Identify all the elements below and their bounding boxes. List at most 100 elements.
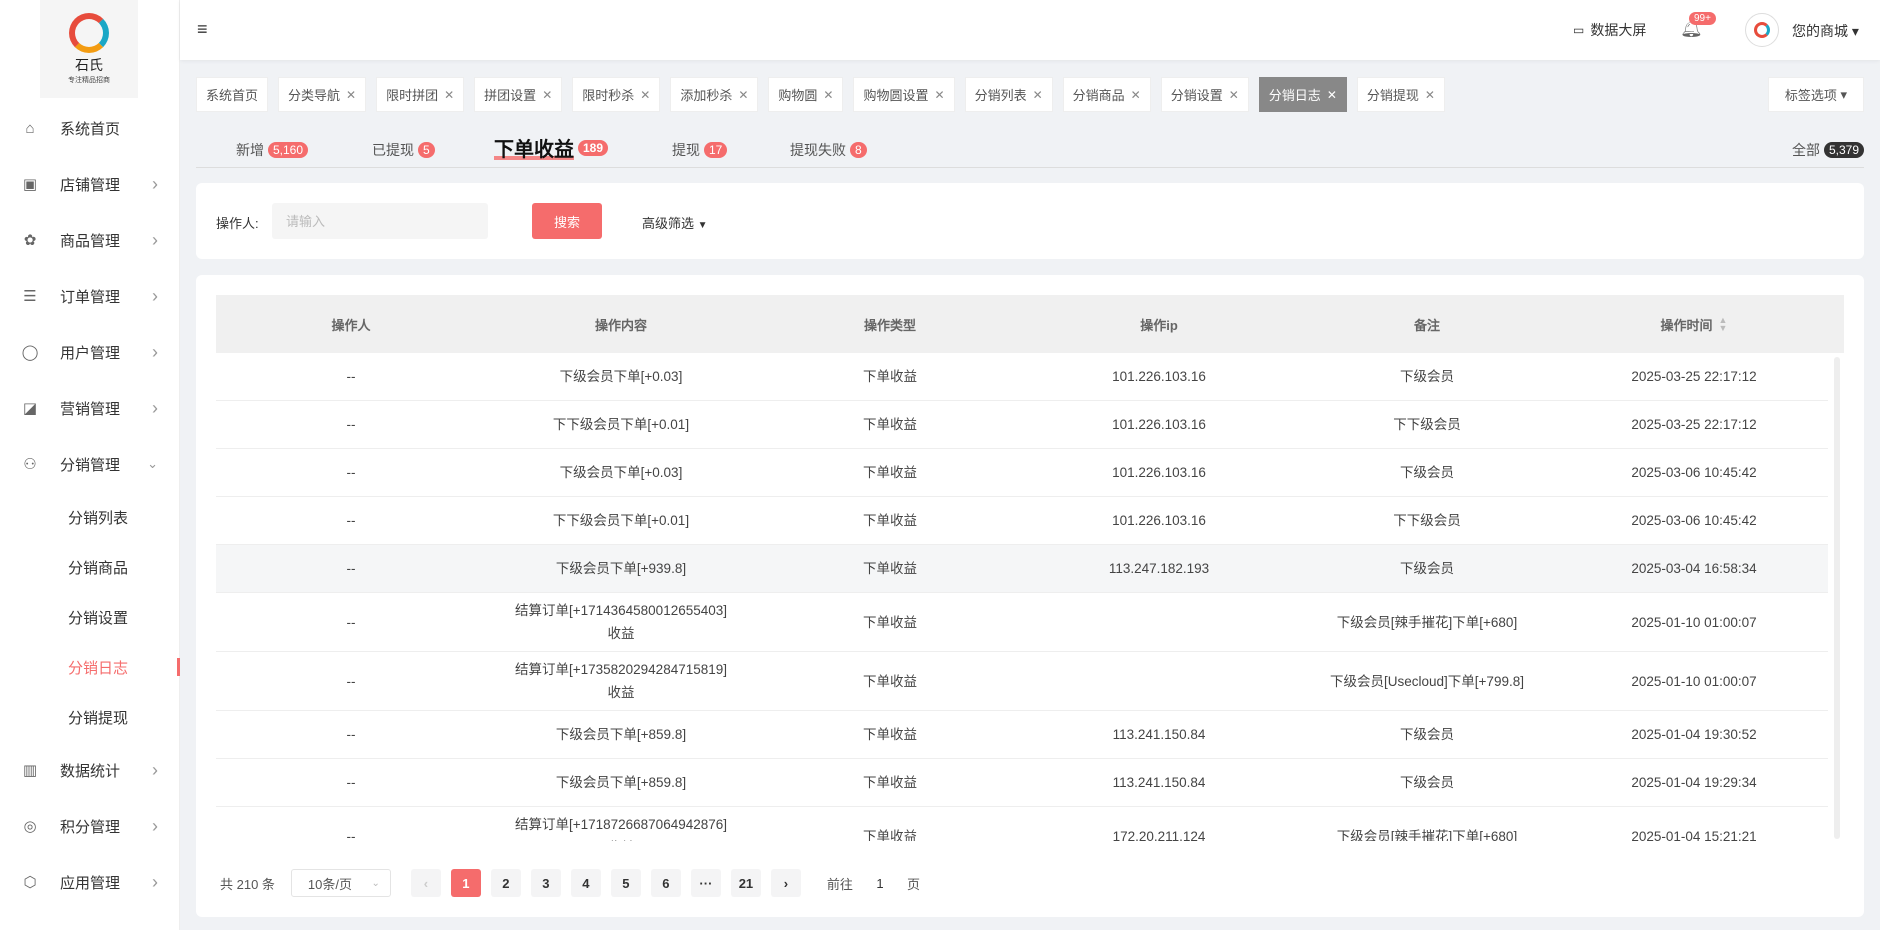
close-icon[interactable]: ✕: [1131, 88, 1141, 102]
submenu-item[interactable]: 分销商品: [0, 542, 180, 592]
tab-tag[interactable]: 系统首页: [196, 77, 269, 112]
prev-page-button[interactable]: ‹: [410, 869, 441, 897]
close-icon[interactable]: ✕: [823, 88, 833, 102]
avatar[interactable]: [1745, 13, 1779, 47]
page-button[interactable]: 4: [570, 869, 601, 897]
page-button[interactable]: 21: [730, 869, 761, 897]
shop-name-label: 您的商城: [1792, 23, 1848, 39]
table-cell: 113.247.182.193: [1108, 561, 1210, 576]
close-icon[interactable]: ✕: [640, 88, 650, 102]
tab-tag[interactable]: 购物圆设置 ✕: [853, 77, 955, 112]
table-cell: 下下级会员: [1393, 417, 1461, 432]
submenu-item[interactable]: 分销列表: [0, 492, 180, 542]
page-button[interactable]: 2: [490, 869, 521, 897]
tab-tag[interactable]: 拼团设置 ✕: [474, 77, 563, 112]
table-cell: 下级会员: [1400, 465, 1454, 480]
chevron-down-icon: ⌄: [371, 877, 380, 889]
logo[interactable]: 石氏 专注精品招商: [40, 0, 138, 98]
sidebar-item-store[interactable]: ▣ 店铺管理 ›: [0, 156, 180, 212]
status-tab-all[interactable]: 全部 5,379: [1792, 140, 1864, 160]
chevron-right-icon: ›: [152, 341, 158, 362]
logo-mark-icon: [69, 13, 109, 53]
advanced-filter-toggle[interactable]: 高级筛选 ▼: [642, 213, 708, 232]
table-row[interactable]: -- 结算订单[+1714364580012655403] 收益 下单收益 下级会员[…: [216, 593, 1828, 652]
table-row[interactable]: -- 下下级会员下单[+0.01] 下单收益 101.226.103.16 下下级会员 2…: [216, 497, 1828, 545]
tab-tag[interactable]: 限时拼团 ✕: [376, 77, 465, 112]
next-page-button[interactable]: ›: [770, 869, 801, 897]
goto-page-input[interactable]: [856, 869, 903, 897]
column-header-label: 操作人: [331, 317, 371, 333]
table-cell: 下级会员: [1400, 775, 1454, 790]
table-scrollbar[interactable]: [1834, 357, 1840, 839]
sidebar-item-points[interactable]: ◎ 积分管理 ›: [0, 798, 180, 854]
tab-tag[interactable]: 分类导航 ✕: [278, 77, 367, 112]
page-size-select[interactable]: 10条/页 ⌄: [290, 869, 391, 897]
sidebar-item-user[interactable]: ◯ 用户管理 ›: [0, 324, 180, 380]
advanced-filter-label: 高级筛选: [642, 216, 695, 231]
table-row[interactable]: -- 下级会员下单[+859.8] 下单收益 113.241.150.84 下级会员 20…: [216, 759, 1828, 807]
close-icon[interactable]: ✕: [1327, 88, 1337, 102]
tag-options-button[interactable]: 标签选项 ▾: [1768, 77, 1864, 112]
top-header: ≡ ▭ 数据大屏 🔔︎ 99+ 您的商城 ▾: [180, 0, 1880, 60]
close-icon[interactable]: ✕: [1033, 88, 1043, 102]
table-row[interactable]: -- 下级会员下单[+939.8] 下单收益 113.247.182.193 下级会员 2…: [216, 545, 1828, 593]
tab-tag[interactable]: 添加秒杀 ✕: [670, 77, 759, 112]
close-icon[interactable]: ✕: [542, 88, 552, 102]
sort-icon[interactable]: ▲ ▼: [1719, 316, 1728, 333]
submenu-item[interactable]: 分销设置: [0, 592, 180, 642]
table-row[interactable]: -- 下级会员下单[+0.03] 下单收益 101.226.103.16 下级会员 202…: [216, 449, 1828, 497]
tag-label: 分销设置: [1170, 88, 1223, 103]
sidebar-item-app[interactable]: ⬡ 应用管理 ›: [0, 854, 180, 910]
sidebar-item-distribution[interactable]: ⚇ 分销管理 ⌄: [0, 436, 180, 492]
pagination: 共 210 条 10条/页 ⌄ ‹ 123456 ··· 21 › 前往 页: [220, 869, 920, 897]
status-tab-count: 5,160: [268, 142, 309, 158]
column-header[interactable]: 操作时间 ▲ ▼: [1560, 295, 1828, 353]
tab-tag[interactable]: 分销设置 ✕: [1160, 77, 1249, 112]
table-row[interactable]: -- 下级会员下单[+0.03] 下单收益 101.226.103.16 下级会员 202…: [216, 353, 1828, 401]
close-icon[interactable]: ✕: [935, 88, 945, 102]
tab-tag[interactable]: 分销商品 ✕: [1062, 77, 1151, 112]
submenu-item[interactable]: 分销提现: [0, 692, 180, 742]
close-icon[interactable]: ✕: [738, 88, 748, 102]
tab-tag[interactable]: 分销列表 ✕: [964, 77, 1053, 112]
status-tab[interactable]: 新增 5,160: [236, 140, 309, 160]
big-screen-button[interactable]: ▭ 数据大屏: [1573, 20, 1646, 40]
sidebar-item-goods[interactable]: ✿ 商品管理 ›: [0, 212, 180, 268]
page-button[interactable]: ···: [690, 869, 721, 897]
table-cell: 2025-01-04 15:21:21: [1631, 828, 1757, 842]
table-cell: 101.226.103.16: [1112, 465, 1206, 480]
page-button[interactable]: 3: [530, 869, 561, 897]
tab-tag[interactable]: 分销提现 ✕: [1356, 77, 1445, 112]
close-icon[interactable]: ✕: [1425, 88, 1435, 102]
search-button[interactable]: 搜索: [532, 203, 602, 239]
hamburger-icon[interactable]: ≡: [197, 19, 208, 40]
table-row[interactable]: -- 下下级会员下单[+0.01] 下单收益 101.226.103.16 下下级会员 2…: [216, 401, 1828, 449]
sidebar-item-stats[interactable]: ▥ 数据统计 ›: [0, 742, 180, 798]
table-cell: 2025-03-25 22:17:12: [1631, 417, 1757, 432]
status-tab[interactable]: 已提现 5: [372, 140, 435, 160]
status-tab[interactable]: 提现失败 8: [790, 140, 867, 160]
tab-tag[interactable]: 分销日志 ✕: [1258, 77, 1347, 112]
status-tab[interactable]: 下单收益 189: [494, 133, 609, 162]
page-button[interactable]: 1: [450, 869, 481, 897]
status-tab[interactable]: 提现 17: [672, 140, 728, 160]
tab-tag[interactable]: 购物圆 ✕: [768, 77, 844, 112]
shop-name-dropdown[interactable]: 您的商城 ▾: [1792, 21, 1859, 41]
submenu-item[interactable]: 分销日志: [0, 642, 180, 692]
page-button[interactable]: 6: [650, 869, 681, 897]
close-icon[interactable]: ✕: [346, 88, 356, 102]
tab-tag[interactable]: 限时秒杀 ✕: [572, 77, 661, 112]
sidebar-item-marketing[interactable]: ◪ 营销管理 ›: [0, 380, 180, 436]
tags-bar: 系统首页 分类导航 ✕ 限时拼团 ✕ 拼团设置 ✕ 限时秒杀 ✕ 添加秒杀 ✕ 购物圆 ✕ 购物圆设置 ✕ 分…: [196, 77, 1455, 112]
close-icon[interactable]: ✕: [1229, 88, 1239, 102]
table-row[interactable]: -- 结算订单[+1718726687064942876] 收益 下单收益 172.2…: [216, 807, 1828, 841]
operator-input[interactable]: [272, 203, 488, 239]
sidebar-item-order[interactable]: ☰ 订单管理 ›: [0, 268, 180, 324]
table-row[interactable]: -- 结算订单[+1735820294284715819] 收益 下单收益 下级会员[…: [216, 652, 1828, 711]
sidebar-item-home[interactable]: ⌂ 系统首页: [0, 100, 180, 156]
table-cell: 101.226.103.16: [1112, 513, 1206, 528]
status-tab-count: 5: [418, 142, 435, 158]
page-button[interactable]: 5: [610, 869, 641, 897]
table-row[interactable]: -- 下级会员下单[+859.8] 下单收益 113.241.150.84 下级会员 20…: [216, 711, 1828, 759]
close-icon[interactable]: ✕: [444, 88, 454, 102]
